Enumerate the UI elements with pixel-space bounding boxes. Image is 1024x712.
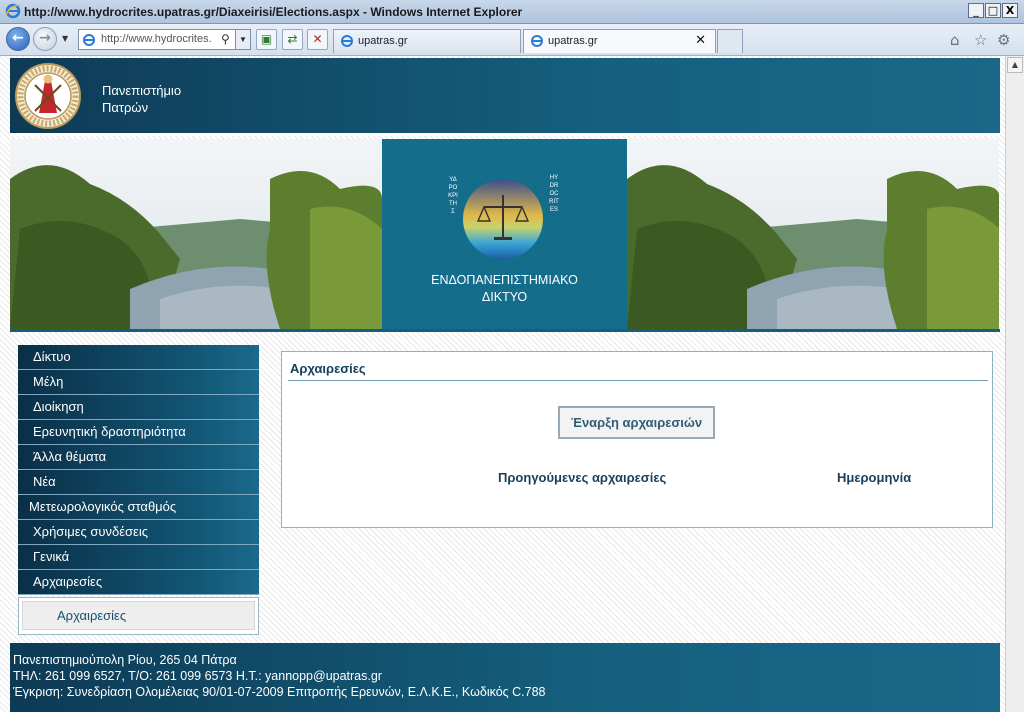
sidebar-nav: Δίκτυο Μέλη Διοίκηση Ερευνητική δραστηρι… [18,345,259,635]
site-footer: Πανεπιστημιούπολη Ρίου, 265 04 Πάτρα ΤΗΛ… [10,643,1000,712]
logo-text-greek: ΥΔΡΟΚΡΙΤΗΣ [448,177,458,215]
scroll-up-icon[interactable]: ▲ [1007,57,1023,73]
footer-contact: ΤΗΛ: 261 099 6527, Τ/Ο: 261 099 6573 Η.Τ… [13,669,382,683]
back-button[interactable]: ← [6,27,30,51]
sidebar-item-other-topics[interactable]: Άλλα θέματα [18,445,259,470]
title-divider [288,380,988,381]
submenu-item-elections[interactable]: Αρχαιρεσίες [22,601,255,630]
elections-panel: Αρχαιρεσίες Έναρξη αρχαιρεσιών Προηγούμε… [281,351,993,528]
tab-label: upatras.gr [548,35,598,47]
sidebar-item-weather-station[interactable]: Μετεωρολογικός σταθμός [18,495,259,520]
university-name-line1: Πανεπιστήμιο [102,83,182,98]
forward-arrow-icon: → [39,30,51,46]
tab-upatras-2[interactable]: upatras.gr ✕ [523,29,716,53]
footer-address: Πανεπιστημιούπολη Ρίου, 265 04 Πάτρα [13,653,237,667]
start-elections-button[interactable]: Έναρξη αρχαιρεσιών [558,406,715,439]
sidebar-item-members[interactable]: Μέλη [18,370,259,395]
page-viewport: Πανεπιστήμιο Πατρών ΥΔΡΟΚΡΙΤΗΣ HYDROCRIT… [0,56,1005,712]
river-photo-left [10,139,382,329]
sidebar-item-network[interactable]: Δίκτυο [18,345,259,370]
vertical-scrollbar[interactable]: ▲ [1005,56,1024,712]
university-name: Πανεπιστήμιο Πατρών [102,82,181,116]
university-seal-icon [15,63,81,129]
back-arrow-icon: ← [12,30,24,46]
close-window-button[interactable]: X [1002,3,1018,18]
refresh-icon[interactable]: ⇄ [282,29,303,50]
previous-elections-header: Προηγούμενες αρχαιρεσίες [498,470,667,485]
home-icon[interactable]: ⌂ [950,31,960,49]
page-title: Αρχαιρεσίες [290,361,366,376]
sidebar-item-research[interactable]: Ερευνητική δραστηριότητα [18,420,259,445]
banner-logo-panel: ΥΔΡΟΚΡΙΤΗΣ HYDROCRITES ΕΝΔΟΠΑΝΕΠΙΣΤΗΜΙΑΚ… [382,139,627,329]
favorites-star-icon[interactable]: ☆ [974,31,987,49]
date-header: Ημερομηνία [837,470,912,485]
sidebar-item-administration[interactable]: Διοίκηση [18,395,259,420]
compatibility-view-icon[interactable]: ▣ [256,29,277,50]
banner: ΥΔΡΟΚΡΙΤΗΣ HYDROCRITES ΕΝΔΟΠΑΝΕΠΙΣΤΗΜΙΑΚ… [10,139,1000,329]
tab-upatras-1[interactable]: upatras.gr [333,29,521,53]
university-name-line2: Πατρών [102,100,149,115]
maximize-button[interactable]: □ [985,3,1001,18]
sidebar-item-elections[interactable]: Αρχαιρεσίες [18,570,259,595]
tab-label: upatras.gr [358,35,408,47]
banner-caption: ΕΝΔΟΠΑΝΕΠΙΣΤΗΜΙΑΚΟ ΔΙΚΤΥΟ [382,272,627,306]
new-tab-button[interactable] [717,29,743,53]
window-titlebar: http://www.hydrocrites.upatras.gr/Diaxei… [0,0,1024,24]
ie-logo-icon [5,3,21,19]
minimize-button[interactable]: _ [968,3,984,18]
close-tab-icon[interactable]: ✕ [695,33,706,48]
banner-divider [10,329,1000,332]
sidebar-item-news[interactable]: Νέα [18,470,259,495]
tab-favicon-icon [531,35,543,47]
address-dropdown-icon[interactable]: ▼ [235,30,250,49]
stop-icon[interactable]: ✕ [307,29,328,50]
banner-caption-line2: ΔΙΚΤΥΟ [481,290,528,304]
search-icon[interactable]: ⚲ [221,32,230,46]
history-dropdown-icon[interactable]: ▼ [62,34,68,43]
river-photo-right [627,139,999,329]
page-icon [83,34,95,46]
forward-button[interactable]: → [33,27,57,51]
browser-toolbar: ← → ▼ http://www.hydrocrites. ⚲ ▼ ▣ ⇄ ✕ … [0,24,1024,56]
footer-approval: Έγκριση: Συνεδρίαση Ολομέλειας 90/01-07-… [13,685,546,699]
hydrocrites-logo-icon [463,179,543,259]
sidebar-item-general[interactable]: Γενικά [18,545,259,570]
elections-submenu: Αρχαιρεσίες [18,597,259,635]
banner-caption-line1: ΕΝΔΟΠΑΝΕΠΙΣΤΗΜΙΑΚΟ [431,273,578,287]
settings-gear-icon[interactable]: ⚙ [997,31,1010,49]
tab-favicon-icon [341,35,353,47]
header-divider [10,133,1000,136]
site-header: Πανεπιστήμιο Πατρών [10,58,1000,136]
window-title: http://www.hydrocrites.upatras.gr/Diaxei… [24,5,523,19]
address-url[interactable]: http://www.hydrocrites. [101,33,219,45]
sidebar-item-useful-links[interactable]: Χρήσιμες συνδέσεις [18,520,259,545]
address-bar[interactable]: http://www.hydrocrites. ⚲ ▼ [78,29,251,50]
logo-text-latin: HYDROCRITES [549,175,559,213]
